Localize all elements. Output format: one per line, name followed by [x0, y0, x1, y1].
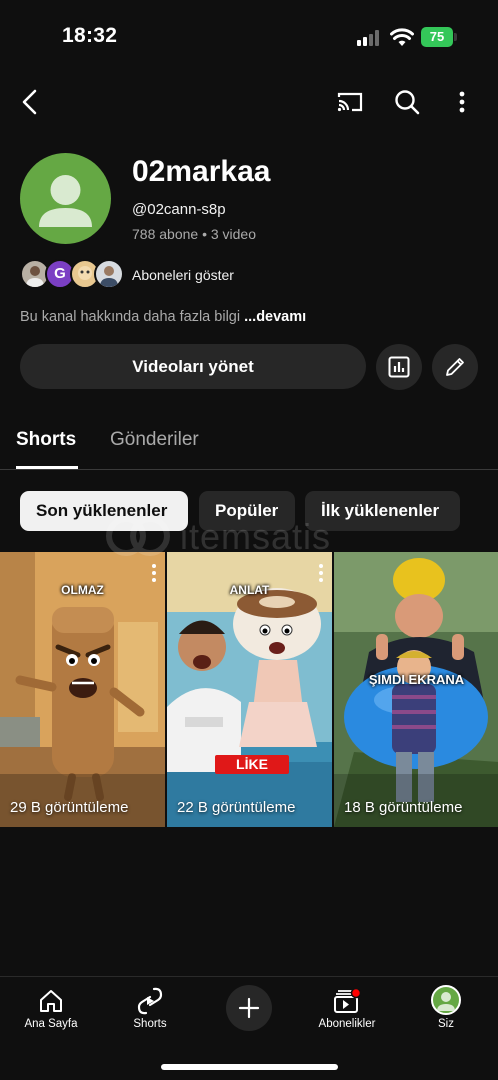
nav-home[interactable]: Ana Sayfa: [6, 977, 96, 1037]
short-views: 22 B görüntüleme: [177, 799, 296, 816]
tab-posts[interactable]: Gönderiler: [110, 429, 199, 451]
default-avatar-icon: [39, 175, 92, 227]
nav-subscriptions-label: Abonelikler: [318, 1018, 376, 1030]
search-icon: [395, 90, 420, 115]
nav-shorts[interactable]: Shorts: [105, 977, 195, 1037]
short-thumbnail[interactable]: OLMAZ 29 B görüntüleme: [0, 552, 165, 827]
nav-you-label: Siz: [438, 1018, 454, 1030]
nav-you[interactable]: Siz: [401, 977, 491, 1037]
channel-avatar[interactable]: [20, 153, 111, 244]
more-options-button[interactable]: [442, 82, 482, 122]
back-arrow-icon: [22, 89, 37, 115]
bottom-navigation: Ana Sayfa Shorts Abonelikler Siz: [0, 976, 498, 1080]
status-time: 18:32: [62, 24, 118, 47]
status-bar: 18:32 75: [0, 0, 498, 74]
short-more-icon[interactable]: [318, 564, 324, 582]
short-like-badge: LİKE: [236, 756, 268, 772]
short-more-icon[interactable]: [151, 564, 157, 582]
short-thumbnail[interactable]: ŞIMDI EKRANA 18 B görüntüleme: [334, 552, 498, 827]
tab-active-indicator: [16, 466, 78, 469]
create-button[interactable]: [226, 985, 272, 1031]
more-vertical-icon: [459, 91, 465, 113]
pencil-icon: [446, 358, 464, 376]
search-button[interactable]: [387, 82, 427, 122]
cast-button[interactable]: [330, 82, 370, 122]
top-app-bar: [0, 74, 498, 134]
profile-avatar: [431, 985, 461, 1015]
short-overlay-text: ANLAT: [229, 583, 270, 597]
tab-shorts[interactable]: Shorts: [16, 429, 76, 451]
subscriber-avatar: [94, 259, 124, 289]
back-button[interactable]: [10, 82, 50, 122]
shorts-icon: [136, 987, 164, 1015]
short-image: [334, 552, 498, 827]
channel-about[interactable]: Bu kanal hakkında daha fazla bilgi ...de…: [20, 309, 306, 325]
nav-home-label: Ana Sayfa: [24, 1018, 78, 1030]
edit-channel-button[interactable]: [432, 344, 478, 390]
analytics-icon: [388, 356, 410, 378]
about-more-link[interactable]: ...devamı: [244, 309, 306, 325]
home-indicator[interactable]: [161, 1064, 338, 1070]
watermark: itemsatis: [104, 514, 394, 558]
battery-icon: 75: [421, 27, 457, 47]
battery-level: 75: [421, 27, 453, 47]
channel-name: 02markaa: [132, 155, 271, 188]
analytics-button[interactable]: [376, 344, 422, 390]
channel-tabs: Shorts Gönderiler: [0, 418, 498, 470]
watermark-text: itemsatis: [180, 516, 332, 557]
home-icon: [37, 987, 65, 1015]
manage-videos-button[interactable]: Videoları yönet: [20, 344, 366, 389]
about-text: Bu kanal hakkında daha fazla bilgi: [20, 309, 241, 325]
short-views: 29 B görüntüleme: [10, 799, 129, 816]
wifi-icon: [390, 27, 414, 47]
short-overlay-text: OLMAZ: [61, 583, 104, 597]
short-views: 18 B görüntüleme: [344, 799, 463, 816]
nav-shorts-label: Shorts: [133, 1018, 167, 1030]
short-overlay-text: ŞIMDI EKRANA: [368, 672, 465, 687]
nav-subscriptions[interactable]: Abonelikler: [302, 977, 392, 1037]
channel-stats: 788 abone • 3 video: [132, 226, 257, 242]
short-thumbnail[interactable]: ANLAT LİKE 22 B görüntüleme: [167, 552, 332, 827]
show-subscribers-link[interactable]: Aboneleri göster: [132, 267, 234, 283]
cellular-signal-icon: [357, 30, 381, 46]
channel-handle: @02cann-s8p: [132, 201, 226, 218]
subscriber-avatars[interactable]: G: [20, 259, 124, 291]
plus-icon: [238, 997, 260, 1019]
cast-icon: [337, 92, 363, 112]
subscriptions-icon: [333, 987, 361, 1015]
